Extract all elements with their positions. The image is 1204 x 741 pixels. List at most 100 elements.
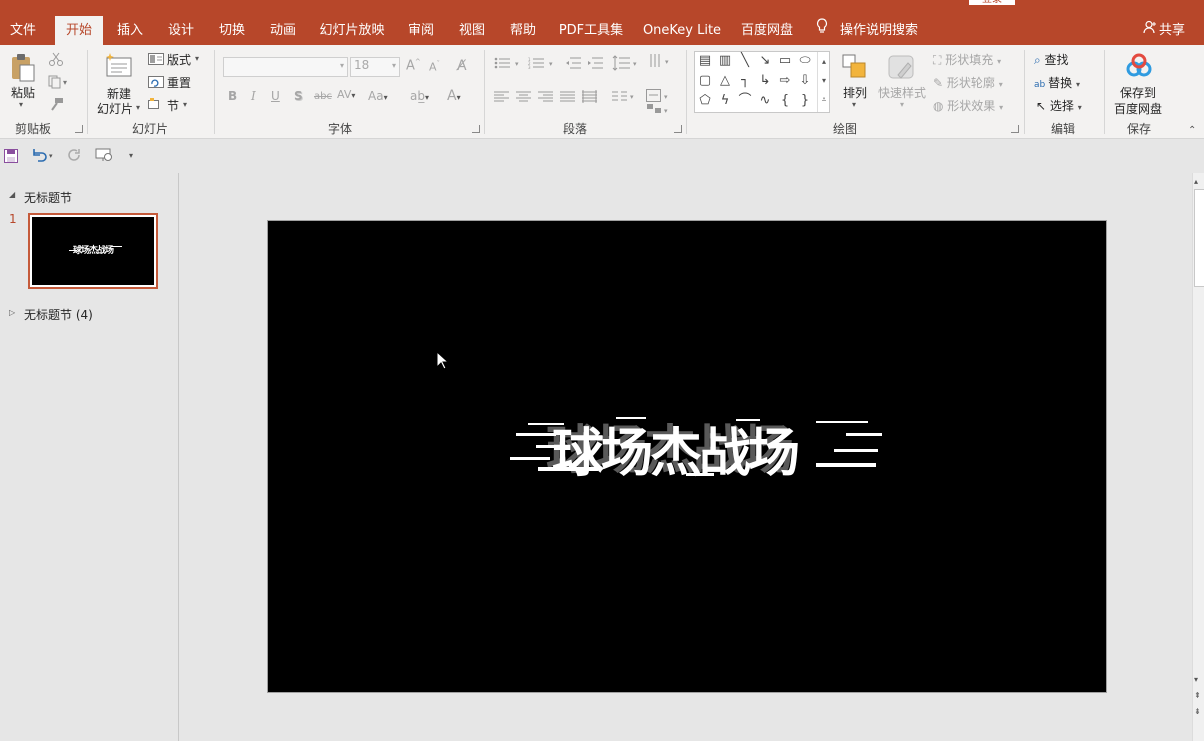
layout-icon[interactable] (148, 53, 164, 65)
save-to-label-2[interactable]: 百度网盘 (1114, 100, 1162, 117)
customize-qat-icon[interactable]: ▾ (129, 151, 133, 160)
decrease-font-size-icon[interactable]: Aˇ (429, 60, 440, 74)
redo-icon[interactable] (67, 148, 83, 165)
paste-icon[interactable] (10, 53, 36, 83)
paragraph-dialog-launcher[interactable] (674, 125, 682, 133)
start-slideshow-icon[interactable] (95, 148, 115, 165)
save-to-label[interactable]: 保存到 (1120, 84, 1156, 101)
scroll-down-icon[interactable]: ▾ (1194, 675, 1198, 684)
quick-styles-dropdown-icon[interactable]: ▾ (900, 100, 904, 109)
clipboard-dialog-launcher[interactable] (75, 125, 83, 133)
tab-onekey-lite[interactable]: OneKey Lite (640, 16, 724, 45)
slide-thumbnail[interactable]: 球场杰战场 (28, 213, 158, 289)
distributed-icon[interactable] (582, 90, 598, 107)
font-dialog-launcher[interactable] (472, 125, 480, 133)
font-color-icon[interactable]: A▾ (447, 88, 461, 104)
arrange-label[interactable]: 排列 (843, 84, 867, 101)
arrow-line-shape-icon[interactable]: ↘ (757, 53, 773, 69)
elbow-arrow-shape-icon[interactable]: ↳ (757, 73, 773, 89)
scroll-thumb[interactable] (1194, 189, 1204, 287)
new-slide-dropdown-icon[interactable]: ▾ (136, 103, 140, 112)
paste-dropdown-icon[interactable]: ▾ (19, 100, 23, 109)
reset-icon[interactable] (148, 76, 164, 88)
new-slide-icon[interactable] (104, 52, 134, 80)
tab-pdf-tools[interactable]: PDF工具集 (554, 16, 628, 45)
previous-slide-icon[interactable]: ⇞ (1194, 691, 1201, 700)
right-arrow-shape-icon[interactable]: ⇨ (777, 73, 793, 89)
character-spacing-icon[interactable]: AV▾ (337, 88, 355, 101)
tab-insert[interactable]: 插入 (107, 16, 153, 45)
gallery-scroll[interactable]: ▴ ▾ ⩡ (817, 52, 830, 112)
oval-shape-icon[interactable]: ⬭ (797, 53, 813, 69)
shape-effects-button[interactable]: ◍ 形状效果 ▾ (933, 97, 1003, 114)
elbow-connector-shape-icon[interactable]: ┐ (737, 73, 753, 89)
next-slide-icon[interactable]: ⇟ (1194, 707, 1201, 716)
highlight-icon[interactable]: ab̲▾ (410, 89, 429, 103)
undo-icon[interactable]: ▾ (30, 147, 56, 166)
section-label[interactable]: 节 (167, 97, 179, 114)
tab-file[interactable]: 文件 (0, 16, 46, 45)
vertical-textbox-shape-icon[interactable]: ▥ (717, 53, 733, 69)
shapes-gallery[interactable]: ▤ ▥ ╲ ↘ ▭ ⬭ ▢ △ ┐ ↳ ⇨ ⇩ ⬠ ϟ ⌒ ∿ { } ▴ ▾ … (694, 51, 830, 113)
glitch-title[interactable]: 球场杰战场 球场杰战场 (510, 411, 882, 484)
arrange-dropdown-icon[interactable]: ▾ (852, 100, 856, 109)
columns-icon[interactable]: ▾ (612, 91, 638, 106)
numbering-icon[interactable]: 1 2 3 ▾ (528, 57, 556, 72)
select-button[interactable]: ↖ 选择 ▾ (1036, 97, 1082, 114)
drawing-dialog-launcher[interactable] (1011, 125, 1019, 133)
tab-design[interactable]: 设计 (158, 16, 204, 45)
tab-animations[interactable]: 动画 (260, 16, 306, 45)
font-name-dropdown-icon[interactable]: ▾ (340, 61, 344, 70)
curve-shape-icon[interactable]: ∿ (757, 93, 773, 109)
font-size-combobox[interactable]: 18 ▾ (350, 57, 400, 77)
find-button[interactable]: ⌕ 查找 (1034, 51, 1069, 68)
layout-dropdown-icon[interactable]: ▾ (195, 54, 199, 63)
font-name-combobox[interactable]: ▾ (223, 57, 348, 77)
increase-font-size-icon[interactable]: A^ (406, 58, 421, 73)
tab-review[interactable]: 审阅 (398, 16, 444, 45)
expand-section-icon[interactable]: ▷ (9, 308, 15, 317)
collapse-section-icon[interactable]: ◢ (9, 190, 15, 199)
bullets-icon[interactable]: ▾ (494, 57, 522, 72)
smartart-icon[interactable]: ▾ (646, 102, 672, 119)
textbox-shape-icon[interactable]: ▤ (697, 53, 713, 69)
tab-transitions[interactable]: 切换 (209, 16, 255, 45)
left-brace-shape-icon[interactable]: { (777, 93, 793, 109)
save-icon[interactable] (4, 149, 18, 166)
align-left-icon[interactable] (494, 91, 510, 106)
slide-canvas[interactable]: 球场杰战场 球场杰战场 (267, 220, 1107, 693)
right-brace-shape-icon[interactable]: } (797, 93, 813, 109)
rectangle-shape-icon[interactable]: ▭ (777, 53, 793, 69)
tab-baidu-netdisk[interactable]: 百度网盘 (734, 16, 800, 45)
cut-icon[interactable] (48, 52, 64, 66)
freeform-shape-icon[interactable]: ⬠ (697, 93, 713, 109)
line-spacing-icon[interactable]: ▾ (612, 55, 640, 74)
paste-label[interactable]: 粘贴 (11, 84, 35, 101)
align-center-icon[interactable] (516, 91, 532, 106)
collapse-ribbon-icon[interactable]: ⌃ (1188, 125, 1196, 136)
tell-me-search[interactable]: 操作说明搜索 (816, 16, 926, 45)
text-shadow-icon[interactable]: S (294, 89, 303, 103)
increase-indent-icon[interactable] (587, 57, 603, 72)
layout-label[interactable]: 版式 (167, 51, 191, 68)
arrange-icon[interactable] (841, 53, 869, 83)
shape-outline-button[interactable]: ✎ 形状轮廓 ▾ (933, 74, 1003, 91)
justify-icon[interactable] (560, 91, 576, 106)
text-direction-icon[interactable]: ▾ (648, 53, 674, 72)
tab-home[interactable]: 开始 (55, 16, 103, 45)
baidu-netdisk-icon[interactable] (1124, 53, 1154, 79)
decrease-indent-icon[interactable] (565, 57, 581, 72)
tab-slideshow[interactable]: 幻灯片放映 (314, 16, 390, 45)
bold-icon[interactable]: B (228, 89, 237, 103)
section-icon[interactable] (148, 98, 164, 110)
down-arrow-shape-icon[interactable]: ⇩ (797, 73, 813, 89)
tab-view[interactable]: 视图 (449, 16, 495, 45)
tab-help[interactable]: 帮助 (500, 16, 546, 45)
quick-styles-label[interactable]: 快速样式 (878, 84, 926, 101)
section-dropdown-icon[interactable]: ▾ (183, 100, 187, 109)
font-size-dropdown-icon[interactable]: ▾ (392, 61, 396, 70)
change-case-icon[interactable]: Aa▾ (368, 89, 388, 103)
italic-icon[interactable]: I (251, 89, 256, 103)
copy-icon[interactable]: ▾ (48, 75, 70, 89)
vertical-scrollbar[interactable]: ▴ ▾ ⇞ ⇟ (1192, 173, 1204, 741)
